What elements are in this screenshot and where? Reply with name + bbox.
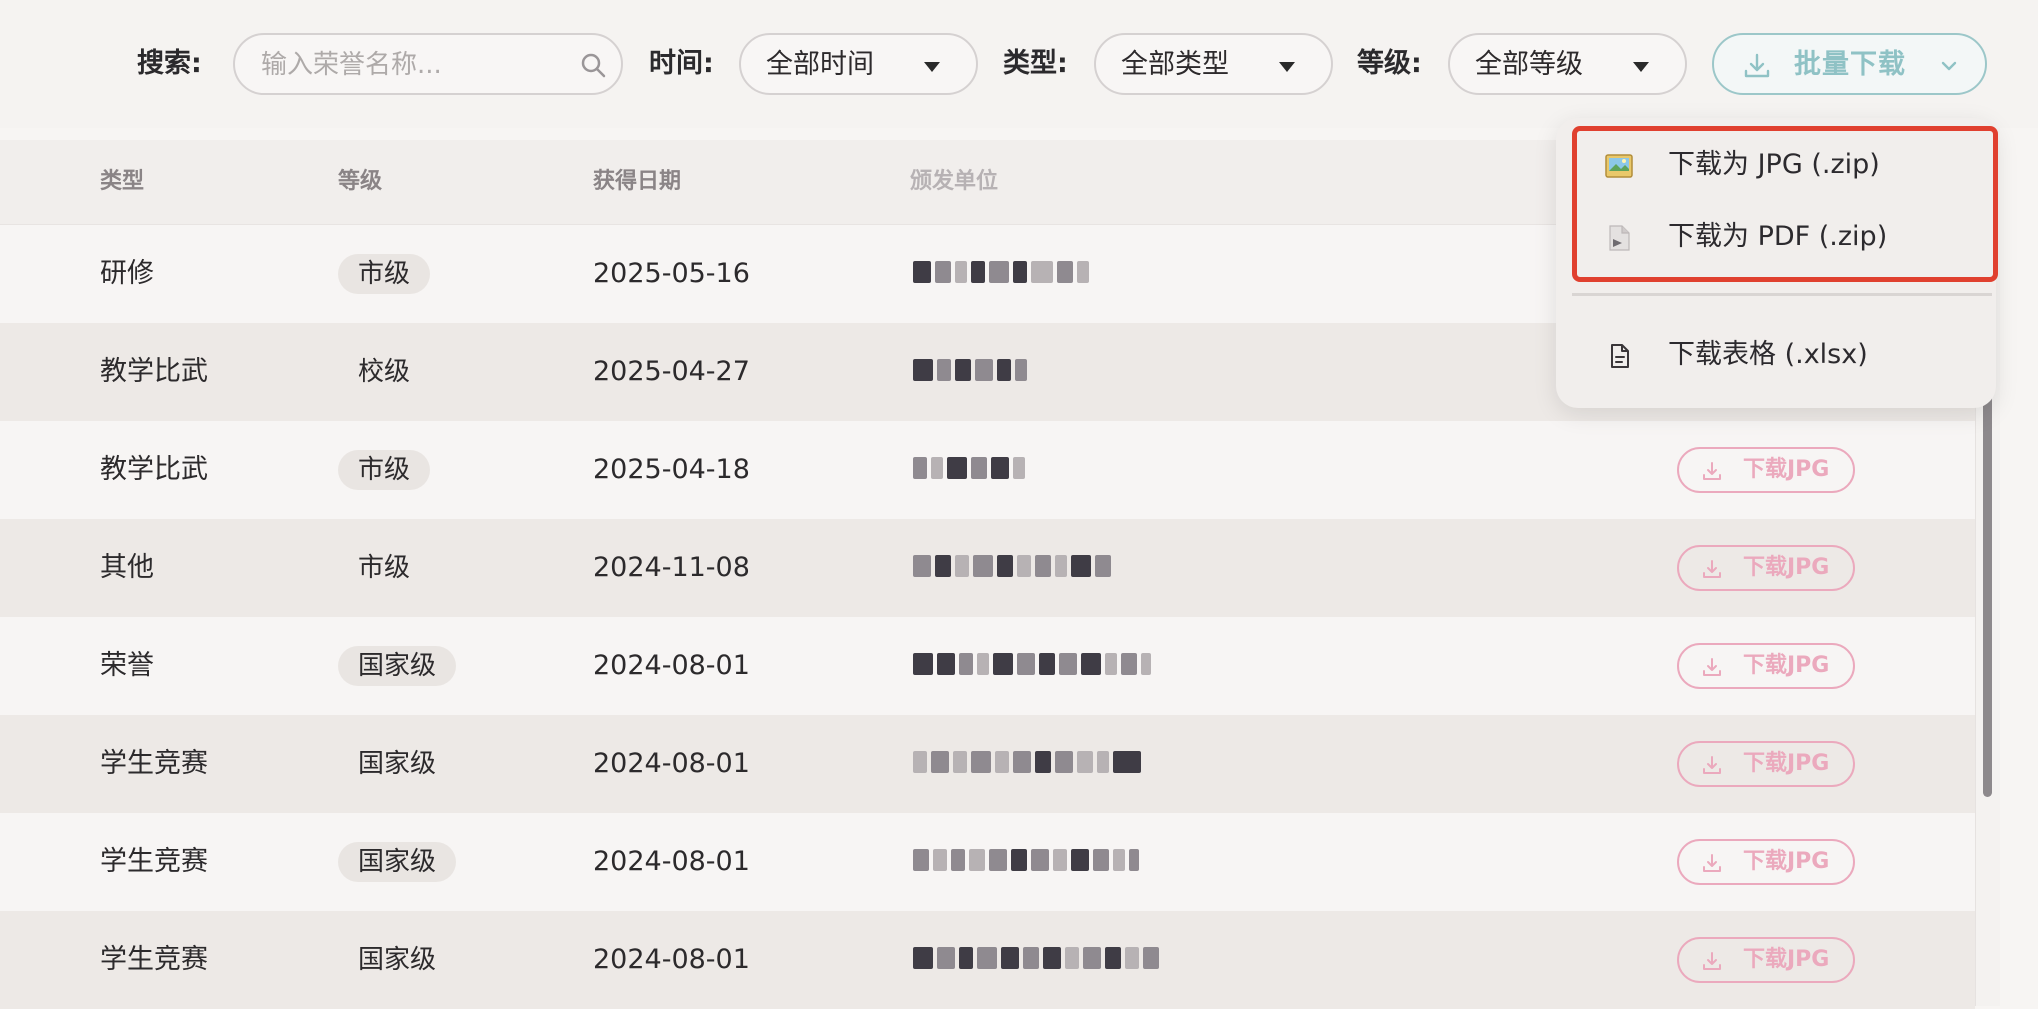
search-icon[interactable] bbox=[579, 51, 607, 79]
menu-item-label: 下载为 JPG (.zip) bbox=[1668, 149, 1880, 180]
level-badge: 校级 bbox=[358, 357, 411, 387]
menu-divider bbox=[1572, 293, 1992, 296]
type-select[interactable]: 全部类型 bbox=[1094, 33, 1333, 95]
image-icon bbox=[1605, 154, 1633, 178]
caret-down-icon bbox=[924, 62, 940, 72]
caret-down-icon bbox=[1279, 62, 1295, 72]
type-cell: 学生竞赛 bbox=[100, 748, 208, 779]
download-jpg-label: 下载JPG bbox=[1743, 947, 1830, 972]
level-select[interactable]: 全部等级 bbox=[1448, 33, 1687, 95]
time-select-value: 全部时间 bbox=[766, 49, 874, 80]
type-cell: 荣誉 bbox=[100, 650, 154, 681]
filter-bar: 搜索: 时间: 全部时间 类型: 全部类型 等级: 全部等级 批量下载 bbox=[0, 0, 2038, 128]
issuer-cell-redacted bbox=[913, 653, 1155, 681]
column-header-level: 等级 bbox=[338, 169, 383, 194]
download-jpg-button[interactable]: 下载JPG bbox=[1677, 741, 1855, 787]
table-row[interactable]: 学生竞赛 国家级 2024-08-01 下载JPG bbox=[0, 715, 1975, 813]
type-cell: 教学比武 bbox=[100, 454, 208, 485]
type-cell: 其他 bbox=[100, 552, 154, 583]
download-icon bbox=[1703, 952, 1721, 970]
date-cell: 2025-04-27 bbox=[593, 356, 750, 387]
download-jpg-button[interactable]: 下载JPG bbox=[1677, 447, 1855, 493]
date-cell: 2024-08-01 bbox=[593, 650, 750, 681]
download-jpg-label: 下载JPG bbox=[1743, 653, 1830, 678]
issuer-cell-redacted bbox=[913, 849, 1143, 877]
table-row[interactable]: 其他 市级 2024-11-08 下载JPG bbox=[0, 519, 1975, 617]
level-badge: 国家级 bbox=[358, 749, 437, 779]
pdf-file-icon bbox=[1609, 225, 1630, 251]
search-input[interactable] bbox=[259, 47, 563, 83]
issuer-cell-redacted bbox=[913, 261, 1093, 289]
batch-download-label: 批量下载 bbox=[1794, 49, 1906, 80]
chevron-down-icon bbox=[1941, 61, 1957, 71]
table-row[interactable]: 教学比武 市级 2025-04-18 下载JPG bbox=[0, 421, 1975, 519]
column-header-issuer: 颁发单位 bbox=[910, 169, 999, 194]
download-jpg-label: 下载JPG bbox=[1743, 555, 1830, 580]
download-icon bbox=[1703, 560, 1721, 578]
level-label: 等级: bbox=[1357, 48, 1422, 79]
time-select[interactable]: 全部时间 bbox=[739, 33, 978, 95]
table-row[interactable]: 荣誉 国家级 2024-08-01 下载JPG bbox=[0, 617, 1975, 715]
download-icon bbox=[1703, 462, 1721, 480]
type-cell: 研修 bbox=[100, 258, 154, 289]
menu-item-label: 下载为 PDF (.zip) bbox=[1668, 221, 1888, 252]
date-cell: 2024-11-08 bbox=[593, 552, 750, 583]
menu-item-label: 下载表格 (.xlsx) bbox=[1668, 339, 1868, 370]
level-badge: 市级 bbox=[358, 553, 411, 583]
download-jpg-button[interactable]: 下载JPG bbox=[1677, 839, 1855, 885]
level-badge: 市级 bbox=[338, 450, 431, 490]
download-icon bbox=[1744, 53, 1770, 78]
download-jpg-label: 下载JPG bbox=[1743, 457, 1830, 482]
date-cell: 2024-08-01 bbox=[593, 846, 750, 877]
time-label: 时间: bbox=[649, 48, 714, 79]
level-select-value: 全部等级 bbox=[1475, 49, 1583, 80]
menu-item-download-pdf-zip[interactable]: 下载为 PDF (.zip) bbox=[1572, 205, 1982, 269]
batch-download-button[interactable]: 批量下载 bbox=[1712, 33, 1987, 95]
issuer-cell-redacted bbox=[913, 359, 1031, 387]
type-cell: 教学比武 bbox=[100, 356, 208, 387]
search-label: 搜索: bbox=[137, 48, 202, 79]
table-row[interactable]: 学生竞赛 国家级 2024-08-01 下载JPG bbox=[0, 911, 1975, 1009]
type-select-value: 全部类型 bbox=[1121, 49, 1229, 80]
download-icon bbox=[1703, 658, 1721, 676]
download-jpg-button[interactable]: 下载JPG bbox=[1677, 643, 1855, 689]
level-badge: 国家级 bbox=[338, 842, 457, 882]
download-jpg-label: 下载JPG bbox=[1743, 849, 1830, 874]
issuer-cell-redacted bbox=[913, 457, 1029, 485]
type-cell: 学生竞赛 bbox=[100, 846, 208, 877]
level-badge: 国家级 bbox=[358, 945, 437, 975]
menu-item-download-xlsx[interactable]: 下载表格 (.xlsx) bbox=[1572, 323, 1982, 387]
column-header-date: 获得日期 bbox=[593, 169, 682, 194]
download-icon bbox=[1703, 756, 1721, 774]
caret-down-icon bbox=[1633, 62, 1649, 72]
date-cell: 2025-05-16 bbox=[593, 258, 750, 289]
issuer-cell-redacted bbox=[913, 947, 1163, 975]
level-badge: 市级 bbox=[338, 254, 431, 294]
menu-item-download-jpg-zip[interactable]: 下载为 JPG (.zip) bbox=[1572, 133, 1982, 197]
document-icon bbox=[1611, 344, 1629, 368]
scrollbar-thumb[interactable] bbox=[1983, 372, 1992, 797]
column-header-type: 类型 bbox=[100, 169, 145, 194]
download-jpg-button[interactable]: 下载JPG bbox=[1677, 545, 1855, 591]
issuer-cell-redacted bbox=[913, 751, 1145, 779]
date-cell: 2024-08-01 bbox=[593, 748, 750, 779]
date-cell: 2024-08-01 bbox=[593, 944, 750, 975]
type-label: 类型: bbox=[1003, 48, 1068, 79]
download-icon bbox=[1703, 854, 1721, 872]
search-box[interactable] bbox=[233, 33, 623, 95]
table-row[interactable]: 学生竞赛 国家级 2024-08-01 下载JPG bbox=[0, 813, 1975, 911]
date-cell: 2025-04-18 bbox=[593, 454, 750, 485]
level-badge: 国家级 bbox=[338, 646, 457, 686]
download-jpg-label: 下载JPG bbox=[1743, 751, 1830, 776]
download-jpg-button[interactable]: 下载JPG bbox=[1677, 937, 1855, 983]
issuer-cell-redacted bbox=[913, 555, 1115, 583]
type-cell: 学生竞赛 bbox=[100, 944, 208, 975]
